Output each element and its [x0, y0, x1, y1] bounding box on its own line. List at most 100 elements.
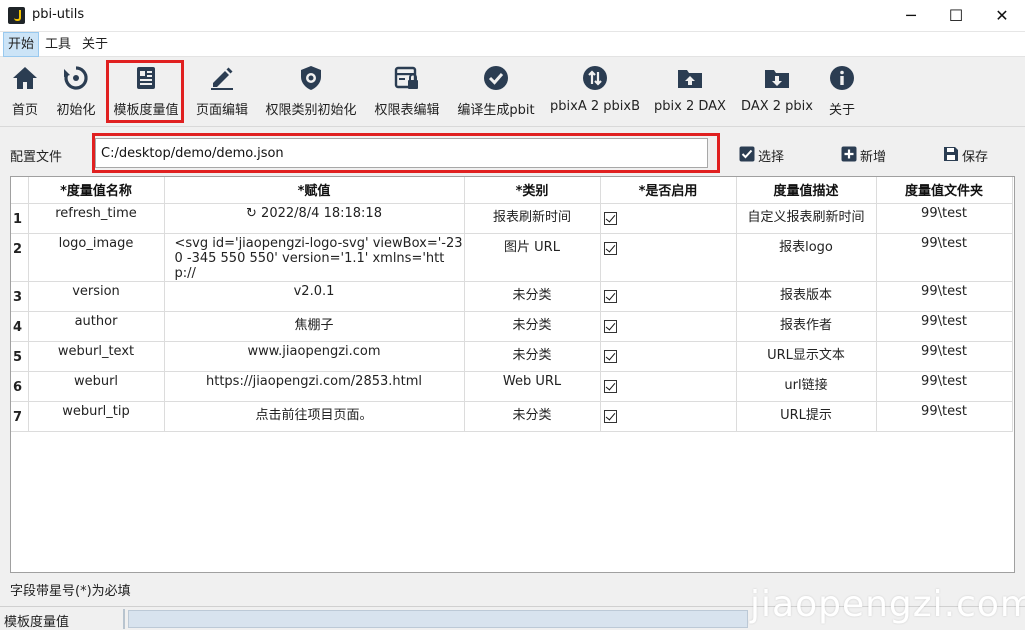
cell-description[interactable]: 自定义报表刷新时间 — [736, 203, 877, 234]
enabled-checkbox[interactable] — [603, 319, 617, 333]
cell-folder[interactable]: 99\test — [876, 233, 1013, 282]
column-header-value[interactable]: *赋值 — [164, 177, 465, 204]
enabled-checkbox[interactable] — [603, 409, 617, 423]
cell-category[interactable]: Web URL — [464, 371, 601, 402]
table-row[interactable]: 2 logo_image <svg id='jiaopengzi-logo-svg'… — [11, 233, 1013, 282]
maximize-button[interactable]: ☐ — [933, 0, 979, 31]
toolbar-pbix-a2b-label: pbixA 2 pbixB — [550, 99, 640, 114]
row-number[interactable]: 5 — [11, 341, 29, 372]
cell-value[interactable]: ↻ 2022/8/4 18:18:18 — [164, 203, 465, 234]
table-row[interactable]: 7 weburl_tip 点击前往项目页面。 未分类 URL提示 99\test — [11, 401, 1013, 432]
cell-enabled[interactable] — [600, 311, 737, 342]
measures-table: *度量值名称 *赋值 *类别 *是否启用 度量值描述 度量值文件夹 1 refre… — [10, 176, 1015, 573]
cell-enabled[interactable] — [600, 371, 737, 402]
cell-folder[interactable]: 99\test — [876, 371, 1013, 402]
toolbar-dax2pbix-button[interactable]: DAX 2 pbix — [739, 57, 815, 123]
title-bar: pbi-utils ─ ☐ ✕ — [0, 0, 1025, 32]
swap-circle-icon — [583, 66, 607, 90]
cell-category[interactable]: 未分类 — [464, 281, 601, 312]
cell-name[interactable]: weburl_tip — [28, 401, 165, 432]
cell-name[interactable]: weburl — [28, 371, 165, 402]
menu-start[interactable]: 开始 — [3, 32, 40, 57]
cell-name[interactable]: refresh_time — [28, 203, 165, 234]
home-icon — [13, 67, 37, 89]
cell-value[interactable]: 焦棚子 — [164, 311, 465, 342]
cell-enabled[interactable] — [600, 233, 737, 282]
close-button[interactable]: ✕ — [979, 0, 1025, 31]
folder-upload-icon — [678, 70, 702, 88]
cell-enabled[interactable] — [600, 401, 737, 432]
row-number[interactable]: 3 — [11, 281, 29, 312]
menu-tools[interactable]: 工具 — [41, 32, 75, 57]
cell-enabled[interactable] — [600, 203, 737, 234]
cell-description[interactable]: URL提示 — [736, 401, 877, 432]
table-header-row: *度量值名称 *赋值 *类别 *是否启用 度量值描述 度量值文件夹 — [11, 177, 1013, 204]
menu-about[interactable]: 关于 — [78, 32, 112, 57]
toolbar-permission-init-button[interactable]: 权限类别初始化 — [263, 57, 359, 123]
table-row[interactable]: 4 author 焦棚子 未分类 报表作者 99\test — [11, 311, 1013, 342]
cell-category[interactable]: 图片 URL — [464, 233, 601, 282]
toolbar-pbix2dax-button[interactable]: pbix 2 DAX — [652, 57, 728, 123]
cell-folder[interactable]: 99\test — [876, 341, 1013, 372]
column-header-name[interactable]: *度量值名称 — [28, 177, 165, 204]
table-row[interactable]: 6 weburl https://jiaopengzi.com/2853.html W… — [11, 371, 1013, 402]
row-number[interactable]: 6 — [11, 371, 29, 402]
cell-name[interactable]: version — [28, 281, 165, 312]
toolbar-about-label: 关于 — [828, 103, 855, 118]
cell-description[interactable]: 报表作者 — [736, 311, 877, 342]
status-progress-bar — [128, 610, 748, 628]
cell-value[interactable]: 点击前往项目页面。 — [164, 401, 465, 432]
cell-value[interactable]: <svg id='jiaopengzi-logo-svg' viewBox='-… — [164, 233, 465, 282]
cell-folder[interactable]: 99\test — [876, 203, 1013, 234]
cell-folder[interactable]: 99\test — [876, 401, 1013, 432]
toolbar-permission-table-button[interactable]: 权限表编辑 — [371, 57, 443, 123]
toolbar-page-edit-button[interactable]: 页面编辑 — [193, 57, 251, 123]
cell-value[interactable]: https://jiaopengzi.com/2853.html — [164, 371, 465, 402]
cell-enabled[interactable] — [600, 281, 737, 312]
cell-name[interactable]: weburl_text — [28, 341, 165, 372]
add-label: 新增 — [860, 150, 887, 165]
table-row[interactable]: 3 version v2.0.1 未分类 报表版本 99\test — [11, 281, 1013, 312]
cell-folder[interactable]: 99\test — [876, 281, 1013, 312]
cell-name[interactable]: author — [28, 311, 165, 342]
cell-value[interactable]: v2.0.1 — [164, 281, 465, 312]
cell-description[interactable]: url链接 — [736, 371, 877, 402]
enabled-checkbox[interactable] — [603, 211, 617, 225]
cell-enabled[interactable] — [600, 341, 737, 372]
cell-category[interactable]: 报表刷新时间 — [464, 203, 601, 234]
cell-category[interactable]: 未分类 — [464, 401, 601, 432]
toolbar-about-button[interactable]: 关于 — [825, 57, 859, 123]
column-header-description[interactable]: 度量值描述 — [736, 177, 877, 204]
row-number[interactable]: 4 — [11, 311, 29, 342]
cell-name[interactable]: logo_image — [28, 233, 165, 282]
toolbar-init-button[interactable]: 初始化 — [52, 57, 100, 123]
info-icon — [830, 66, 854, 90]
table-row[interactable]: 1 refresh_time ↻ 2022/8/4 18:18:18 报表刷新时间 自定… — [11, 203, 1013, 234]
toolbar-home-button[interactable]: 首页 — [6, 57, 44, 123]
row-number[interactable]: 7 — [11, 401, 29, 432]
enabled-checkbox[interactable] — [603, 379, 617, 393]
toolbar-highlight-box — [106, 60, 184, 123]
toolbar-permission-table-label: 权限表编辑 — [374, 103, 440, 118]
pencil-icon — [211, 67, 233, 90]
row-number[interactable]: 1 — [11, 203, 29, 234]
table-row[interactable]: 5 weburl_text www.jiaopengzi.com 未分类 URL显示文本… — [11, 341, 1013, 372]
column-header-enabled[interactable]: *是否启用 — [600, 177, 737, 204]
cell-category[interactable]: 未分类 — [464, 341, 601, 372]
cell-folder[interactable]: 99\test — [876, 311, 1013, 342]
row-number[interactable]: 2 — [11, 233, 29, 282]
cell-description[interactable]: 报表logo — [736, 233, 877, 282]
toolbar-pbix-a2b-button[interactable]: pbixA 2 pbixB — [549, 57, 641, 123]
column-header-category[interactable]: *类别 — [464, 177, 601, 204]
cell-description[interactable]: 报表版本 — [736, 281, 877, 312]
enabled-checkbox[interactable] — [603, 289, 617, 303]
toolbar-pbix2dax-label: pbix 2 DAX — [654, 99, 726, 114]
minimize-button[interactable]: ─ — [888, 0, 934, 31]
column-header-folder[interactable]: 度量值文件夹 — [876, 177, 1013, 204]
enabled-checkbox[interactable] — [603, 241, 617, 255]
cell-description[interactable]: URL显示文本 — [736, 341, 877, 372]
cell-value[interactable]: www.jiaopengzi.com — [164, 341, 465, 372]
cell-category[interactable]: 未分类 — [464, 311, 601, 342]
enabled-checkbox[interactable] — [603, 349, 617, 363]
toolbar-compile-pbit-button[interactable]: 编译生成pbit — [455, 57, 537, 123]
